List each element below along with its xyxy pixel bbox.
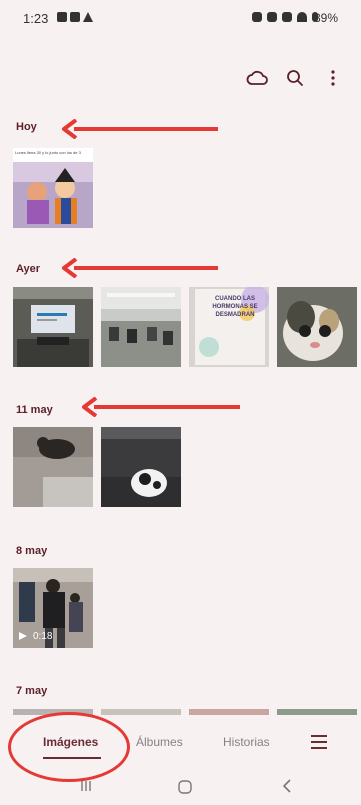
date-header-ayer: Ayer	[16, 263, 41, 275]
photo-thumbnail[interactable]	[101, 427, 181, 507]
photo-thumbnail[interactable]	[13, 427, 93, 507]
home-icon[interactable]	[176, 778, 194, 796]
menu-icon[interactable]	[311, 735, 327, 749]
annotation-arrow	[62, 258, 218, 278]
battery-level: 39%	[314, 11, 339, 25]
search-icon[interactable]	[283, 66, 307, 90]
system-navigation	[0, 772, 361, 805]
cat-on-cushion-image	[101, 427, 181, 507]
cartoon-screenshot-image	[13, 148, 93, 228]
mute-icon	[267, 12, 277, 22]
classroom-wide-image	[101, 287, 181, 367]
status-time: 1:23	[23, 11, 49, 26]
image-notification-icon	[57, 12, 67, 22]
recent-apps-icon[interactable]	[76, 778, 96, 794]
cloud-icon[interactable]	[245, 66, 269, 90]
gallery-notification-icon	[70, 12, 80, 22]
date-header-11-may: 11 may	[16, 404, 53, 416]
back-icon[interactable]	[280, 778, 296, 794]
annotation-arrow	[62, 119, 218, 139]
partial-thumbnail[interactable]	[189, 709, 269, 715]
bluetooth-icon	[282, 12, 292, 22]
annotation-arrow	[82, 397, 240, 417]
date-header-7-may: 7 may	[16, 685, 48, 697]
warning-icon	[83, 12, 93, 22]
date-header-hoy: Hoy	[16, 121, 37, 133]
date-header-8-may: 8 may	[16, 545, 48, 557]
notification-icons	[57, 12, 93, 22]
cat-meme-image	[277, 287, 357, 367]
photo-thumbnail[interactable]	[13, 287, 93, 367]
photo-thumbnail[interactable]: Lunes llena 30 y lo junto con los de 3	[13, 148, 93, 228]
tab-albumes[interactable]: Álbumes	[136, 735, 183, 749]
video-duration: 0:18	[33, 631, 53, 642]
status-bar: 1:23 39%	[0, 0, 361, 34]
top-toolbar	[245, 66, 345, 90]
classroom-projector-image	[13, 287, 93, 367]
system-status-icons	[252, 12, 318, 22]
alarm-icon	[252, 12, 262, 22]
screenshot-caption: Lunes llena 30 y lo junto con los de 3	[15, 150, 81, 155]
partial-thumbnail[interactable]	[277, 709, 357, 715]
more-vertical-icon[interactable]	[321, 66, 345, 90]
book-title: CUANDO LAS HORMONAS SE DESMADRAN	[212, 296, 258, 318]
photo-thumbnail[interactable]	[277, 287, 357, 367]
video-thumbnail[interactable]: 0:18	[13, 568, 93, 648]
play-icon	[19, 632, 27, 640]
partial-thumbnail[interactable]	[101, 709, 181, 715]
wifi-icon	[297, 12, 307, 22]
photo-thumbnail[interactable]: CUANDO LAS HORMONAS SE DESMADRAN	[189, 287, 269, 367]
cat-on-rug-image	[13, 427, 93, 507]
tab-historias[interactable]: Historias	[223, 735, 270, 749]
photo-thumbnail[interactable]	[101, 287, 181, 367]
